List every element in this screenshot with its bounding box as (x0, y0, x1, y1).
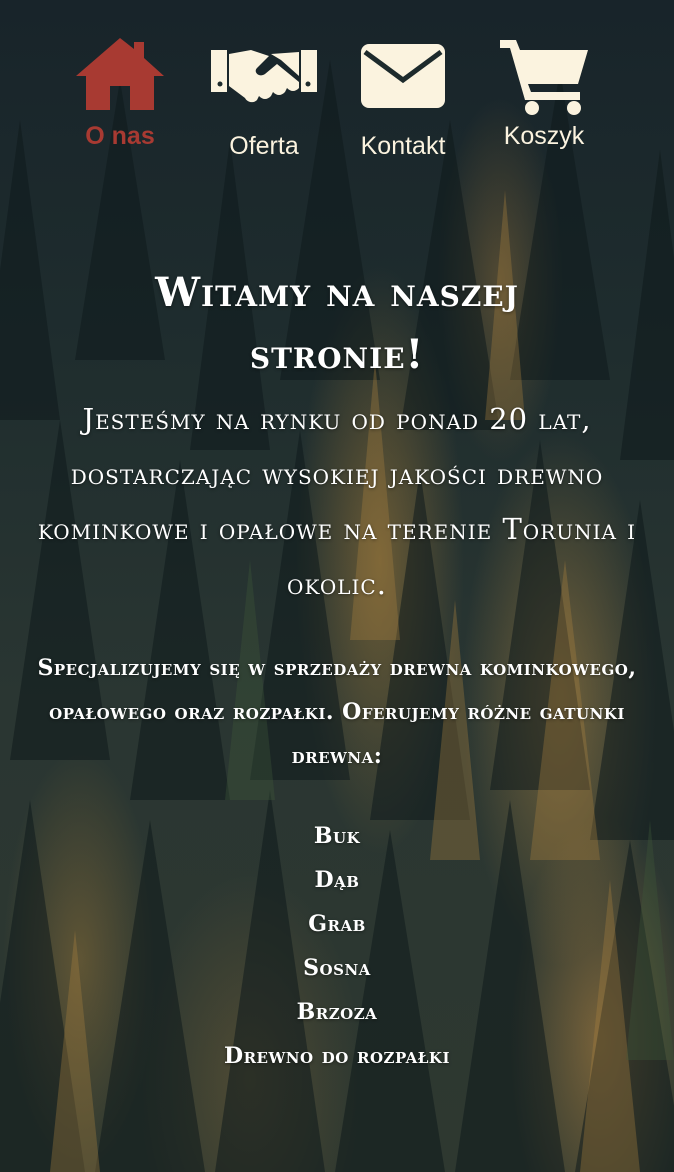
wood-types-list: Buk Dąb Grab Sosna Brzoza Drewno do rozp… (30, 814, 644, 1078)
cart-icon (484, 34, 604, 118)
list-item: Grab (308, 911, 366, 937)
nav-item-oferta[interactable]: Oferta (204, 34, 324, 161)
intro-paragraph: Jesteśmy na rynku od ponad 20 lat, dosta… (37, 402, 637, 601)
nav-label-o-nas: O nas (85, 122, 155, 150)
list-item: Buk (313, 823, 361, 849)
about-section: Witamy na naszej stronie! Jesteśmy na ry… (30, 262, 644, 1078)
list-item: Sosna (303, 955, 371, 981)
nav-label-oferta: Oferta (229, 132, 299, 160)
house-icon (60, 34, 180, 118)
page-title: Witamy na naszej stronie! (155, 269, 519, 378)
list-item: Dąb (314, 867, 360, 893)
main-navigation: O nas Oferta Kontakt Koszyk (0, 34, 674, 164)
nav-label-koszyk: Koszyk (503, 122, 585, 150)
nav-label-kontakt: Kontakt (360, 132, 446, 160)
specialization-paragraph: Specjalizujemy się w sprzedaży drewna ko… (37, 655, 637, 769)
handshake-icon (204, 44, 324, 128)
list-item: Drewno do rozpałki (223, 1043, 450, 1069)
list-item: Brzoza (296, 999, 378, 1025)
nav-item-o-nas[interactable]: O nas (60, 34, 180, 151)
nav-item-kontakt[interactable]: Kontakt (343, 34, 463, 161)
envelope-icon (343, 44, 463, 128)
nav-item-koszyk[interactable]: Koszyk (484, 34, 604, 151)
